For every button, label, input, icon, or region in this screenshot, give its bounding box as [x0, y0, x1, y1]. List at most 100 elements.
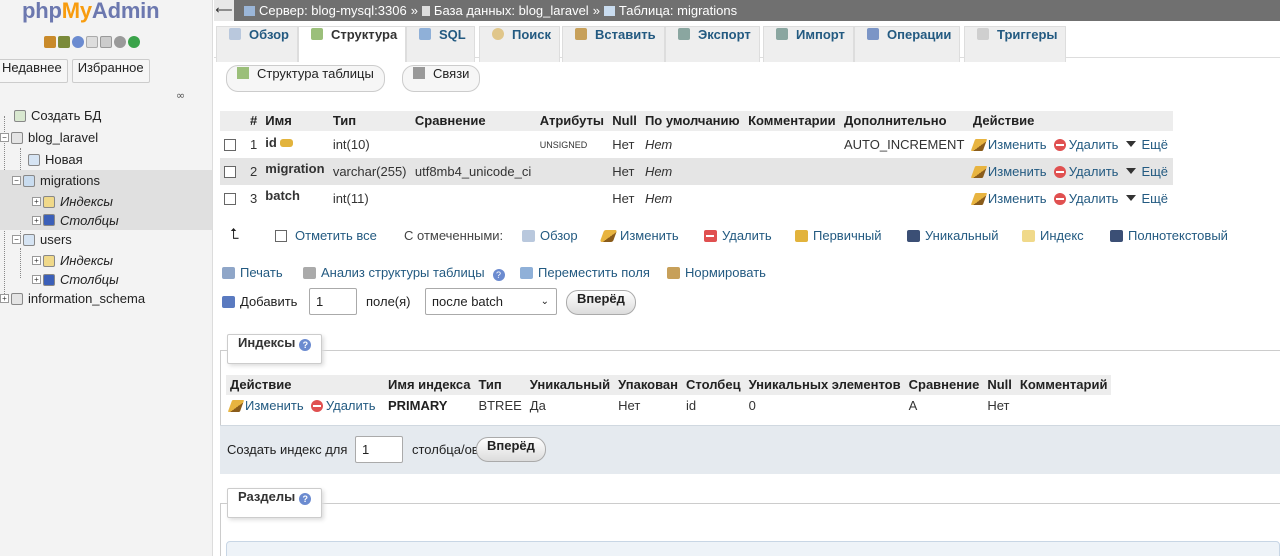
index-name: PRIMARY — [388, 397, 448, 413]
column-attributes — [535, 158, 609, 185]
sidebar-item-new-table[interactable]: Новая — [28, 149, 83, 170]
navigation-sidebar: phpMyAdmin Недавнее Избранное ∞ Создать … — [0, 0, 213, 556]
add-go-button[interactable]: Вперёд — [566, 290, 636, 315]
reload-icon[interactable] — [128, 36, 140, 48]
create-index-count-input[interactable]: 1 — [355, 436, 403, 463]
bulk-fulltext-button[interactable]: Полнотекстовый — [1110, 228, 1228, 243]
bulk-edit-button[interactable]: Изменить — [599, 228, 679, 243]
edit-button[interactable]: Изменить — [227, 398, 304, 413]
row-checkbox[interactable] — [224, 139, 236, 152]
print-button[interactable]: Печать — [222, 265, 283, 280]
more-button[interactable]: Ещё — [1118, 191, 1168, 206]
tab-search[interactable]: Поиск — [479, 26, 561, 62]
analyze-structure-button[interactable]: Анализ структуры таблицы? — [303, 265, 505, 281]
table-row: 1 id int(10) UNSIGNED Нет Нет AUTO_INCRE… — [220, 131, 1173, 158]
sidebar-item-information-schema[interactable]: + information_schema — [0, 288, 145, 309]
help-icon[interactable]: ? — [299, 493, 312, 505]
help-icon[interactable]: ? — [492, 269, 505, 281]
gear-icon[interactable] — [114, 36, 126, 48]
edit-button[interactable]: Изменить — [970, 137, 1047, 152]
breadcrumb-server[interactable]: Сервер: blog-mysql:3306 — [259, 0, 407, 21]
tab-operations[interactable]: Операции — [854, 26, 961, 62]
sidebar-item-blog-laravel[interactable]: − blog_laravel — [0, 127, 98, 148]
expand-icon[interactable]: + — [32, 215, 41, 225]
delete-icon — [1053, 139, 1066, 152]
tab-import[interactable]: Импорт — [763, 26, 854, 62]
row-checkbox[interactable] — [224, 166, 236, 178]
logout-icon[interactable] — [58, 36, 70, 48]
bulk-unique-button[interactable]: Уникальный — [907, 228, 998, 243]
more-button[interactable]: Ещё — [1118, 137, 1168, 152]
sidebar-item-migrations-columns[interactable]: + Столбцы — [0, 210, 212, 230]
expand-icon[interactable]: + — [0, 294, 9, 303]
sidebar-item-migrations-indexes[interactable]: + Индексы — [0, 191, 212, 212]
phpmyadmin-logo[interactable]: phpMyAdmin — [22, 0, 160, 24]
add-columns-count-input[interactable]: 1 — [309, 288, 357, 315]
delete-button[interactable]: Удалить — [1053, 191, 1118, 206]
new-db-icon — [14, 109, 26, 122]
collapse-icon[interactable]: − — [12, 235, 21, 244]
tab-triggers[interactable]: Триггеры — [964, 26, 1067, 62]
quick-icons — [44, 36, 140, 48]
tab-sql[interactable]: SQL — [406, 26, 475, 62]
expand-icon[interactable]: + — [32, 197, 41, 206]
sidebar-item-users-indexes[interactable]: + Индексы — [32, 250, 113, 271]
check-all-checkbox[interactable] — [275, 230, 287, 242]
col-header: По умолчанию — [640, 111, 745, 132]
help-icon[interactable]: ? — [299, 339, 312, 351]
bulk-primary-button[interactable]: Первичный — [795, 228, 882, 243]
fulltext-icon — [1110, 230, 1123, 242]
row-checkbox[interactable] — [224, 193, 236, 205]
favorites-button[interactable]: Избранное — [71, 59, 150, 83]
col-header: # — [246, 111, 262, 132]
link-icon[interactable]: ∞ — [176, 89, 185, 102]
tab-export[interactable]: Экспорт — [665, 26, 760, 62]
breadcrumb-table[interactable]: Таблица: migrations — [619, 0, 737, 21]
delete-button[interactable]: Удалить — [1053, 164, 1118, 179]
expand-icon[interactable]: + — [32, 275, 41, 284]
collapse-sidebar-icon[interactable]: ⟵ — [214, 0, 234, 21]
with-selected-label: С отмеченными: — [404, 228, 504, 243]
index-column: id — [686, 397, 697, 413]
home-icon[interactable] — [44, 36, 56, 48]
breadcrumb-database[interactable]: База данных: blog_laravel — [434, 0, 589, 21]
delete-icon — [1053, 193, 1066, 205]
recent-button[interactable]: Недавнее — [0, 59, 68, 83]
database-icon — [11, 131, 23, 144]
copy-icon[interactable] — [100, 36, 112, 48]
docs-icon[interactable] — [86, 36, 98, 48]
bulk-browse-button[interactable]: Обзор — [522, 228, 578, 243]
sidebar-item-users-columns[interactable]: + Столбцы — [32, 269, 119, 290]
position-select[interactable]: после batch ⌄ — [425, 288, 557, 315]
help-icon[interactable] — [72, 36, 84, 48]
structure-icon — [311, 28, 323, 40]
more-button[interactable]: Ещё — [1118, 164, 1168, 179]
normalize-button[interactable]: Нормировать — [667, 265, 766, 280]
bulk-delete-button[interactable]: Удалить — [704, 228, 772, 243]
collapse-icon[interactable]: − — [12, 176, 21, 185]
tab-structure[interactable]: Структура — [298, 26, 407, 62]
tab-browse[interactable]: Обзор — [216, 26, 298, 62]
edit-button[interactable]: Изменить — [970, 164, 1047, 179]
expand-icon[interactable]: + — [32, 256, 41, 265]
subtab-table-structure[interactable]: Структура таблицы — [226, 65, 385, 92]
sidebar-item-migrations[interactable]: − migrations — [0, 170, 212, 191]
analyze-icon — [303, 267, 316, 279]
delete-button[interactable]: Удалить — [310, 398, 376, 413]
check-all-control[interactable]: Отметить все — [275, 228, 377, 243]
delete-button[interactable]: Удалить — [1053, 137, 1118, 152]
edit-button[interactable]: Изменить — [970, 191, 1047, 206]
collapse-icon[interactable]: − — [0, 133, 9, 142]
print-icon — [222, 267, 235, 279]
create-index-go-button[interactable]: Вперёд — [476, 437, 546, 462]
sidebar-item-users[interactable]: − users — [12, 229, 72, 250]
sidebar-item-create-db[interactable]: Создать БД — [0, 105, 101, 126]
delete-icon — [1053, 166, 1066, 178]
pencil-icon — [227, 399, 245, 412]
subtab-relations[interactable]: Связи — [402, 65, 481, 92]
bulk-index-button[interactable]: Индекс — [1022, 228, 1084, 243]
move-columns-button[interactable]: Переместить поля — [520, 265, 650, 280]
table-icon — [23, 174, 35, 187]
index-icon — [43, 195, 55, 208]
tab-insert[interactable]: Вставить — [562, 26, 665, 62]
